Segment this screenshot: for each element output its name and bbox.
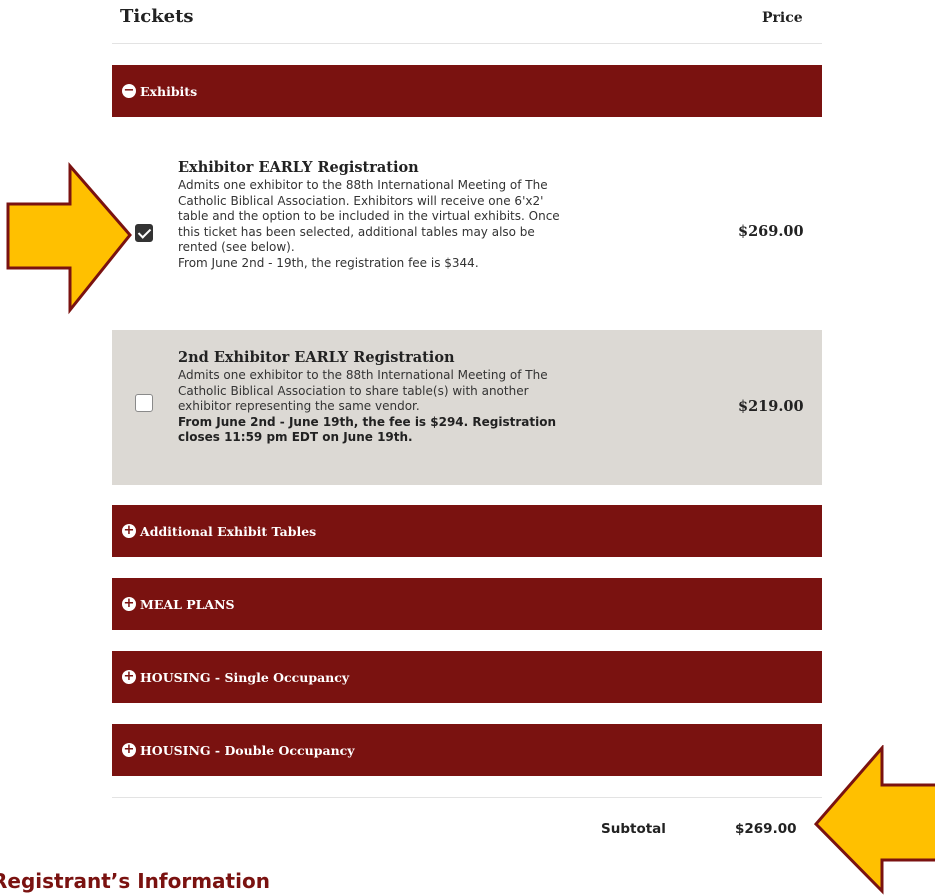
ticket-description-fee: From June 2nd - June 19th, the fee is $2… — [178, 414, 556, 445]
ticket-checkbox-checked[interactable] — [135, 224, 153, 242]
subtotal-value: $269.00 — [735, 821, 797, 837]
category-label: HOUSING - Single Occupancy — [140, 669, 350, 685]
subtotal-label: Subtotal — [601, 821, 666, 837]
price-column-heading: Price — [762, 10, 803, 26]
ticket-row-exhibitor-early: Exhibitor EARLY Registration Admits one … — [112, 150, 822, 320]
yellow-arrow-left-icon — [813, 745, 935, 895]
header-divider — [112, 43, 822, 44]
subtotal-divider — [112, 797, 822, 798]
ticket-title: 2nd Exhibitor EARLY Registration — [178, 349, 455, 366]
ticket-description: Admits one exhibitor to the 88th Interna… — [178, 368, 568, 446]
category-additional-exhibit-tables[interactable]: + Additional Exhibit Tables — [112, 505, 822, 557]
collapse-minus-icon[interactable]: − — [122, 84, 136, 98]
registrant-information-heading: Registrant’s Information — [0, 869, 270, 893]
ticket-checkbox-unchecked[interactable] — [135, 394, 153, 412]
expand-plus-icon[interactable]: + — [122, 670, 136, 684]
expand-plus-icon[interactable]: + — [122, 743, 136, 757]
ticket-title: Exhibitor EARLY Registration — [178, 159, 419, 176]
ticket-description: Admits one exhibitor to the 88th Interna… — [178, 178, 568, 271]
yellow-arrow-right-icon — [6, 161, 132, 315]
ticket-price: $219.00 — [738, 398, 804, 415]
ticket-row-second-exhibitor-early: 2nd Exhibitor EARLY Registration Admits … — [112, 330, 822, 485]
expand-plus-icon[interactable]: + — [122, 597, 136, 611]
ticket-description-fee: From June 2nd - 19th, the registration f… — [178, 255, 479, 270]
expand-plus-icon[interactable]: + — [122, 524, 136, 538]
category-exhibits[interactable]: − Exhibits — [112, 65, 822, 117]
ticket-description-main: Admits one exhibitor to the 88th Interna… — [178, 178, 560, 254]
tickets-heading: Tickets — [120, 6, 194, 27]
category-label: Exhibits — [140, 83, 198, 99]
category-housing-double[interactable]: + HOUSING - Double Occupancy — [112, 724, 822, 776]
category-label: HOUSING - Double Occupancy — [140, 742, 355, 758]
ticket-description-main: Admits one exhibitor to the 88th Interna… — [178, 368, 548, 413]
category-housing-single[interactable]: + HOUSING - Single Occupancy — [112, 651, 822, 703]
ticket-price: $269.00 — [738, 223, 804, 240]
category-label: Additional Exhibit Tables — [140, 523, 317, 539]
category-meal-plans[interactable]: + MEAL PLANS — [112, 578, 822, 630]
category-label: MEAL PLANS — [140, 596, 235, 612]
